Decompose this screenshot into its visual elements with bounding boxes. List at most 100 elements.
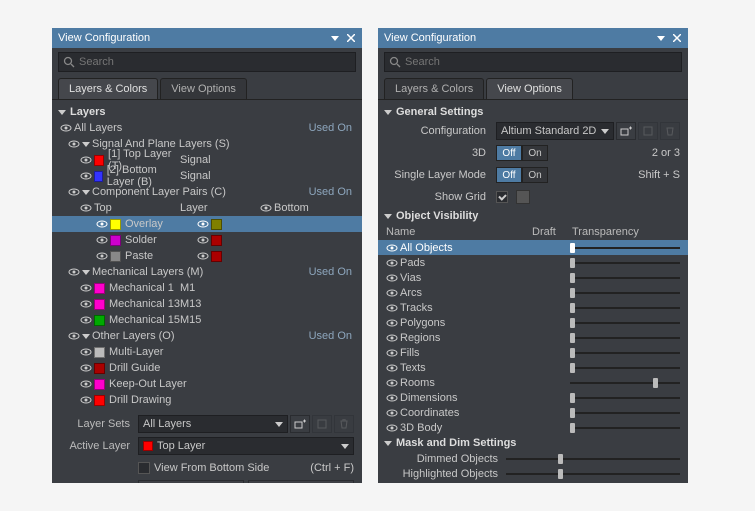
config-select[interactable]: Altium Standard 2D — [496, 122, 614, 140]
transparency-slider[interactable] — [570, 274, 680, 282]
eye-icon[interactable] — [386, 377, 398, 389]
active-layer-select[interactable]: Top Layer — [138, 437, 354, 455]
tabs: Layers & Colors View Options — [52, 76, 362, 100]
layer-row-mech1[interactable]: Mechanical 1 M1 — [52, 280, 362, 296]
eye-icon[interactable] — [386, 332, 398, 344]
transparency-slider[interactable] — [570, 409, 680, 417]
section-general[interactable]: General Settings — [378, 104, 688, 120]
ov-row-fills[interactable]: Fills — [378, 345, 688, 360]
eye-icon[interactable] — [386, 362, 398, 374]
eye-icon[interactable] — [60, 122, 72, 134]
highlighted-row: Highlighted Objects — [378, 466, 688, 481]
tab-view-options[interactable]: View Options — [160, 78, 247, 99]
ov-row-all-objects[interactable]: All Objects — [378, 240, 688, 255]
transparency-slider[interactable] — [570, 364, 680, 372]
ov-row-dimensions[interactable]: Dimensions — [378, 390, 688, 405]
ov-row-rooms[interactable]: Rooms — [378, 375, 688, 390]
ov-row-polygons[interactable]: Polygons — [378, 315, 688, 330]
eye-icon[interactable] — [68, 138, 80, 150]
section-object-vis[interactable]: Object Visibility — [378, 208, 688, 224]
delete-config-button[interactable] — [660, 122, 680, 140]
layer-row-mech13[interactable]: Mechanical 13 M13 — [52, 296, 362, 312]
layer-row-mech15[interactable]: Mechanical 15 M15 — [52, 312, 362, 328]
transparency-slider[interactable] — [570, 334, 680, 342]
dropdown-icon[interactable] — [656, 33, 666, 43]
tab-layers-colors[interactable]: Layers & Colors — [58, 78, 158, 99]
transparency-slider[interactable] — [570, 244, 680, 252]
tab-layers-colors[interactable]: Layers & Colors — [384, 78, 484, 99]
layer-group-other[interactable]: Other Layers (O) Used On — [52, 328, 362, 344]
eye-icon[interactable] — [386, 347, 398, 359]
view-bottom-row: View From Bottom Side (Ctrl + F) — [60, 458, 354, 478]
eye-icon[interactable] — [386, 392, 398, 404]
transparency-slider[interactable] — [570, 379, 680, 387]
ov-row-tracks[interactable]: Tracks — [378, 300, 688, 315]
titlebar: View Configuration — [52, 28, 362, 48]
layer-row-overlay[interactable]: Overlay — [52, 216, 362, 232]
save-set-button[interactable] — [312, 415, 332, 433]
eye-icon[interactable] — [386, 422, 398, 434]
add-config-button[interactable] — [616, 122, 636, 140]
export-button[interactable]: Export — [248, 480, 354, 483]
panel-title: View Configuration — [58, 32, 330, 44]
eye-icon[interactable] — [386, 317, 398, 329]
eye-icon[interactable] — [386, 287, 398, 299]
config-row: Configuration Altium Standard 2D — [378, 120, 688, 142]
ov-row-arcs[interactable]: Arcs — [378, 285, 688, 300]
layer-row-all[interactable]: All Layers Used On — [52, 120, 362, 136]
3d-toggle[interactable]: OffOn — [496, 145, 548, 161]
eye-icon[interactable] — [386, 407, 398, 419]
ov-row-texts[interactable]: Texts — [378, 360, 688, 375]
layer-sets-select[interactable]: All Layers — [138, 415, 288, 433]
dropdown-icon[interactable] — [330, 33, 340, 43]
layer-group-mech[interactable]: Mechanical Layers (M) Used On — [52, 264, 362, 280]
view-bottom-checkbox[interactable] — [138, 462, 150, 474]
grid-color-swatch[interactable] — [516, 190, 530, 204]
close-icon[interactable] — [672, 33, 682, 43]
transparency-slider[interactable] — [570, 304, 680, 312]
eye-icon[interactable] — [386, 257, 398, 269]
transparency-slider[interactable] — [570, 259, 680, 267]
transparency-slider[interactable] — [570, 289, 680, 297]
layer-row-bottom[interactable]: [2] Bottom Layer (B) Signal — [52, 168, 362, 184]
panel-title: View Configuration — [384, 32, 656, 44]
ov-row-coordinates[interactable]: Coordinates — [378, 405, 688, 420]
show-grid-checkbox[interactable] — [496, 191, 508, 203]
active-layer-row: Active Layer Top Layer — [60, 436, 354, 456]
section-layers[interactable]: Layers — [52, 104, 362, 120]
ov-row-3d-body[interactable]: 3D Body — [378, 420, 688, 435]
dimmed-slider[interactable] — [506, 455, 680, 463]
eye-icon[interactable] — [386, 272, 398, 284]
eye-icon[interactable] — [386, 302, 398, 314]
layer-row-solder[interactable]: Solder — [52, 232, 362, 248]
highlighted-slider[interactable] — [506, 470, 680, 478]
tab-view-options[interactable]: View Options — [486, 78, 573, 99]
ov-row-vias[interactable]: Vias — [378, 270, 688, 285]
close-icon[interactable] — [346, 33, 356, 43]
layer-row-drill-guide[interactable]: Drill Guide — [52, 360, 362, 376]
save-config-button[interactable] — [638, 122, 658, 140]
transparency-slider[interactable] — [570, 349, 680, 357]
single-layer-row: Single Layer Mode OffOn Shift + S — [378, 164, 688, 186]
layer-row-drill-drawing[interactable]: Drill Drawing — [52, 392, 362, 408]
eye-icon[interactable] — [386, 242, 398, 254]
layer-sets-row: Layer Sets All Layers — [60, 414, 354, 434]
search-icon — [389, 56, 401, 68]
transparency-slider[interactable] — [570, 424, 680, 432]
import-button[interactable]: Import — [138, 480, 244, 483]
transparency-slider[interactable] — [570, 394, 680, 402]
ov-row-regions[interactable]: Regions — [378, 330, 688, 345]
layer-group-component[interactable]: Component Layer Pairs (C) Used On — [52, 184, 362, 200]
single-layer-toggle[interactable]: OffOn — [496, 167, 548, 183]
section-mask-dim[interactable]: Mask and Dim Settings — [378, 435, 688, 451]
layer-row-multi[interactable]: Multi-Layer — [52, 344, 362, 360]
add-set-button[interactable] — [290, 415, 310, 433]
search-input[interactable] — [384, 52, 682, 72]
delete-set-button[interactable] — [334, 415, 354, 433]
dimmed-row: Dimmed Objects — [378, 451, 688, 466]
layer-row-paste[interactable]: Paste — [52, 248, 362, 264]
layer-row-keepout[interactable]: Keep-Out Layer — [52, 376, 362, 392]
ov-row-pads[interactable]: Pads — [378, 255, 688, 270]
search-input[interactable] — [58, 52, 356, 72]
transparency-slider[interactable] — [570, 319, 680, 327]
